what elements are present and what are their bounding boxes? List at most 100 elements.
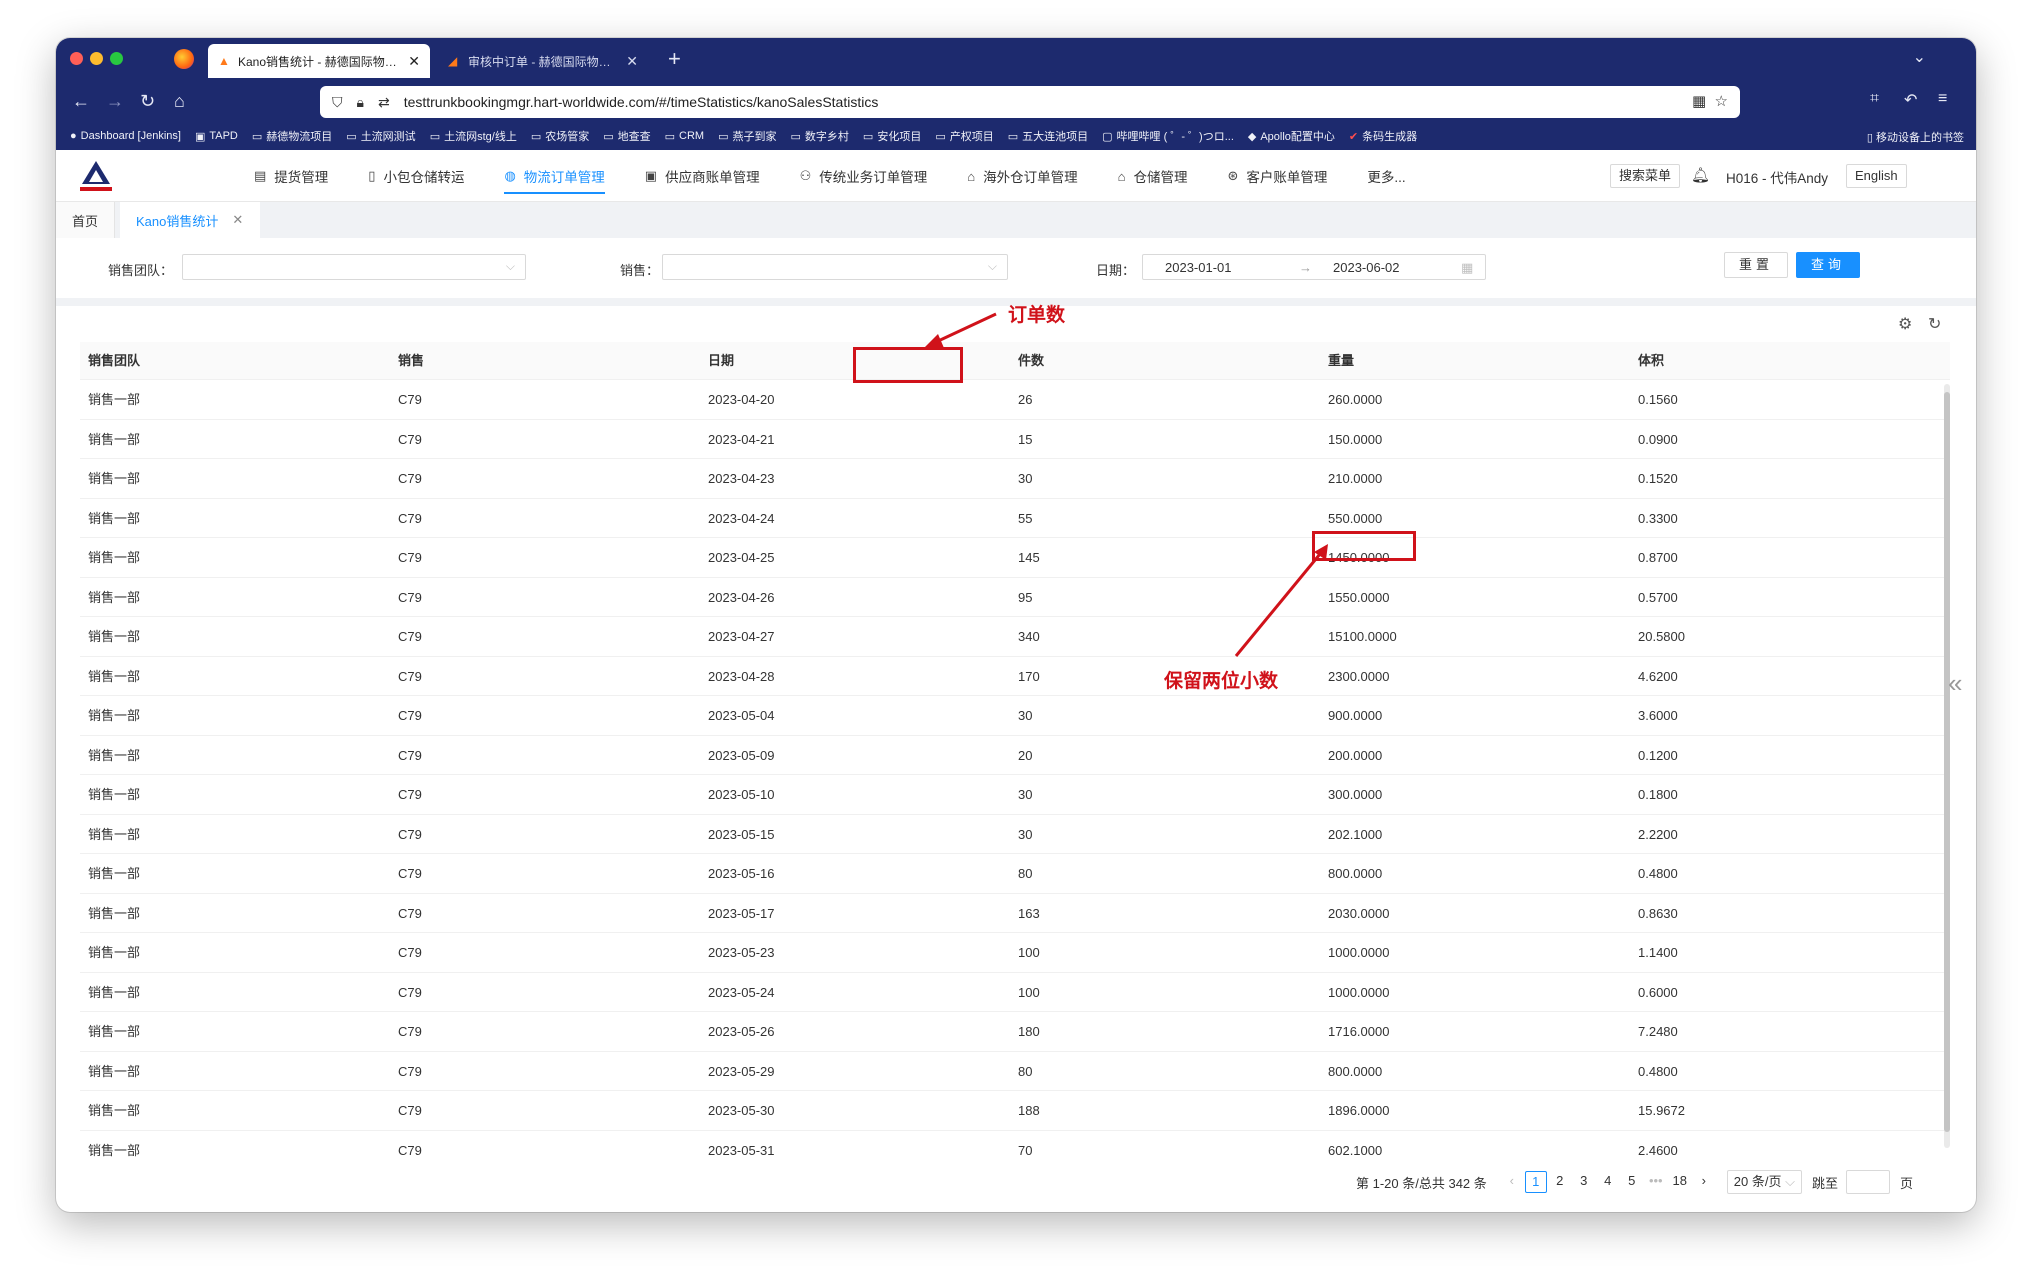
- bookmark-folder[interactable]: ▭ 土流网stg/线上: [430, 128, 517, 144]
- table-row[interactable]: 销售一部 C79 2023-05-10 30 300.0000 0.1800: [80, 775, 1950, 815]
- undo-icon[interactable]: ↶: [1904, 90, 1917, 110]
- table-row[interactable]: 销售一部 C79 2023-05-29 80 800.0000 0.4800: [80, 1052, 1950, 1091]
- page-item[interactable]: 18: [1669, 1171, 1691, 1193]
- address-bar[interactable]: ⛉ 🔒︎ ⇄ testtrunkbookingmgr.hart-worldwid…: [320, 86, 1740, 118]
- table-row[interactable]: 销售一部 C79 2023-05-30 188 1896.0000 15.9672: [80, 1091, 1950, 1131]
- bookmark-folder[interactable]: ▭ 五大连池项目: [1008, 128, 1088, 144]
- table-row[interactable]: 销售一部 C79 2023-04-20 26 260.0000 0.1560: [80, 380, 1950, 420]
- bookmark-item[interactable]: ◆ Apollo配置中心: [1248, 128, 1335, 144]
- back-arrow-icon[interactable]: ←: [72, 90, 90, 112]
- tag-home[interactable]: 首页: [56, 202, 116, 238]
- browser-tab-active[interactable]: ▲ Kano销售统计 - 赫德国际物流管理系统 ✕: [208, 44, 430, 78]
- table-row[interactable]: 销售一部 C79 2023-05-17 163 2030.0000 0.8630: [80, 894, 1950, 933]
- table-row[interactable]: 销售一部 C79 2023-05-26 180 1716.0000 7.2480: [80, 1012, 1950, 1052]
- menu-item-customer-bills[interactable]: ⊛ 客户账单管理: [1207, 150, 1347, 202]
- close-window-button[interactable]: [70, 52, 83, 65]
- new-tab-icon[interactable]: +: [668, 46, 681, 72]
- close-tag-icon[interactable]: ✕: [232, 212, 243, 228]
- refresh-icon[interactable]: ↻: [1928, 314, 1941, 334]
- date-end[interactable]: 2023-06-02: [1333, 260, 1400, 275]
- bookmark-item[interactable]: ● Dashboard [Jenkins]: [70, 130, 181, 142]
- bookmark-folder[interactable]: ▭ 产权项目: [935, 128, 993, 144]
- query-button[interactable]: 查询: [1796, 252, 1860, 278]
- date-range-picker[interactable]: 2023-01-01 → 2023-06-02 ▦: [1142, 254, 1486, 280]
- table-row[interactable]: 销售一部 C79 2023-04-25 145 1450.0000 0.8700: [80, 538, 1950, 578]
- permissions-icon[interactable]: ⇄: [378, 94, 390, 111]
- minimize-window-button[interactable]: [90, 52, 103, 65]
- menu-item-more[interactable]: 更多...: [1347, 150, 1425, 202]
- browser-tab-inactive[interactable]: ◢ 审核中订单 - 赫德国际物流管理系统 ✕: [438, 44, 648, 78]
- menu-item-traditional-orders[interactable]: ⚇ 传统业务订单管理: [780, 150, 948, 202]
- home-icon[interactable]: ⌂: [174, 90, 185, 112]
- bookmark-folder[interactable]: ▭ 农场管家: [531, 128, 589, 144]
- table-row[interactable]: 销售一部 C79 2023-05-31 70 602.1000 2.4600: [80, 1131, 1950, 1169]
- bookmark-item[interactable]: ▣ TAPD: [195, 130, 238, 143]
- crop-icon[interactable]: ⌗: [1870, 90, 1879, 108]
- bookmark-folder[interactable]: ▭ 赫德物流项目: [252, 128, 332, 144]
- language-button[interactable]: English: [1846, 164, 1907, 188]
- mobile-bookmarks[interactable]: ▯ 移动设备上的书签: [1867, 129, 1964, 145]
- table-row[interactable]: 销售一部 C79 2023-04-28 170 2300.0000 4.6200: [80, 657, 1950, 696]
- bookmark-folder[interactable]: ▭ CRM: [665, 130, 704, 143]
- page-item[interactable]: 2: [1549, 1171, 1571, 1193]
- close-tab-icon[interactable]: ✕: [626, 53, 638, 70]
- scrollbar-thumb[interactable]: [1944, 392, 1950, 1132]
- zoom-window-button[interactable]: [110, 52, 123, 65]
- table-row[interactable]: 销售一部 C79 2023-04-23 30 210.0000 0.1520: [80, 459, 1950, 499]
- close-tab-icon[interactable]: ✕: [408, 53, 420, 70]
- lock-icon[interactable]: 🔒︎: [357, 94, 364, 111]
- table-row[interactable]: 销售一部 C79 2023-05-23 100 1000.0000 1.1400: [80, 933, 1950, 973]
- reset-button[interactable]: 重置: [1724, 252, 1788, 278]
- page-item[interactable]: 5: [1621, 1171, 1643, 1193]
- menu-item-pickup[interactable]: ▤ 提货管理: [234, 150, 348, 202]
- menu-item-warehouse[interactable]: ⌂ 仓储管理: [1098, 150, 1208, 202]
- bookmark-folder[interactable]: ▭ 数字乡村: [791, 128, 849, 144]
- tab-title: Kano销售统计 - 赫德国际物流管理系统: [238, 54, 402, 69]
- prev-page-icon[interactable]: ‹: [1501, 1171, 1523, 1193]
- search-menu-button[interactable]: 搜索菜单: [1610, 164, 1681, 188]
- tag-kano-sales[interactable]: Kano销售统计 ✕: [120, 202, 260, 238]
- bookmark-folder[interactable]: ▭ 地查查: [603, 128, 650, 144]
- menu-item-supplier-bills[interactable]: ▣ 供应商账单管理: [625, 150, 780, 202]
- bell-icon[interactable]: 🔔︎: [1691, 166, 1710, 184]
- user-name[interactable]: H016 - 代伟Andy: [1726, 167, 1828, 187]
- page-size-select[interactable]: 20 条/页 ⌵: [1726, 1170, 1802, 1194]
- menu-item-overseas-warehouse[interactable]: ⌂ 海外仓订单管理: [947, 150, 1097, 202]
- table-row[interactable]: 销售一部 C79 2023-05-15 30 202.1000 2.2200: [80, 815, 1950, 854]
- table-row[interactable]: 销售一部 C79 2023-04-24 55 550.0000 0.3300: [80, 499, 1950, 538]
- bookmark-folder[interactable]: ▭ 土流网测试: [346, 128, 415, 144]
- settings-gear-icon[interactable]: ⚙: [1898, 314, 1912, 334]
- table-scrollbar[interactable]: [1944, 384, 1950, 1148]
- list-tabs-chevron-icon[interactable]: ⌄: [1913, 47, 1926, 67]
- team-select[interactable]: ⌵: [182, 254, 526, 280]
- page-item[interactable]: 4: [1597, 1171, 1619, 1193]
- bookmark-folder[interactable]: ▭ 燕子到家: [718, 128, 776, 144]
- date-start[interactable]: 2023-01-01: [1165, 260, 1232, 275]
- url-text[interactable]: testtrunkbookingmgr.hart-worldwide.com/#…: [404, 94, 879, 110]
- bookmark-item[interactable]: ▢ 哔哩哔哩 ( ゜- ゜)つロ...: [1102, 128, 1234, 144]
- table-row[interactable]: 销售一部 C79 2023-04-27 340 15100.0000 20.5800: [80, 617, 1950, 657]
- bookmark-folder[interactable]: ▭ 安化项目: [863, 128, 921, 144]
- table-row[interactable]: 销售一部 C79 2023-04-26 95 1550.0000 0.5700: [80, 578, 1950, 617]
- bookmark-item[interactable]: ✔ 条码生成器: [1349, 128, 1417, 144]
- forward-arrow-icon[interactable]: →: [106, 90, 124, 112]
- sales-select[interactable]: ⌵: [662, 254, 1008, 280]
- menu-item-parcel[interactable]: ▯ 小包仓储转运: [348, 150, 484, 202]
- page-ellipsis[interactable]: •••: [1645, 1171, 1667, 1193]
- menu-item-logistics-orders[interactable]: ◍ 物流订单管理: [484, 150, 624, 202]
- table-row[interactable]: 销售一部 C79 2023-05-24 100 1000.0000 0.6000: [80, 973, 1950, 1012]
- shield-icon[interactable]: ⛉: [332, 94, 343, 111]
- calendar-icon[interactable]: ▦: [1461, 260, 1473, 276]
- next-page-icon[interactable]: ›: [1693, 1171, 1715, 1193]
- reload-icon[interactable]: ↻: [140, 90, 155, 112]
- table-row[interactable]: 销售一部 C79 2023-05-09 20 200.0000 0.1200: [80, 736, 1950, 775]
- table-row[interactable]: 销售一部 C79 2023-04-21 15 150.0000 0.0900: [80, 420, 1950, 459]
- jump-page-input[interactable]: [1845, 1170, 1890, 1194]
- app-menu-icon[interactable]: ≡: [1938, 90, 1947, 108]
- table-row[interactable]: 销售一部 C79 2023-05-04 30 900.0000 3.6000: [80, 696, 1950, 736]
- page-item[interactable]: 1: [1524, 1171, 1547, 1193]
- collapse-panel-icon[interactable]: «: [1948, 668, 1962, 699]
- table-row[interactable]: 销售一部 C79 2023-05-16 80 800.0000 0.4800: [80, 854, 1950, 894]
- page-item[interactable]: 3: [1573, 1171, 1595, 1193]
- qr-star-icons[interactable]: ▦ ☆: [1692, 92, 1728, 110]
